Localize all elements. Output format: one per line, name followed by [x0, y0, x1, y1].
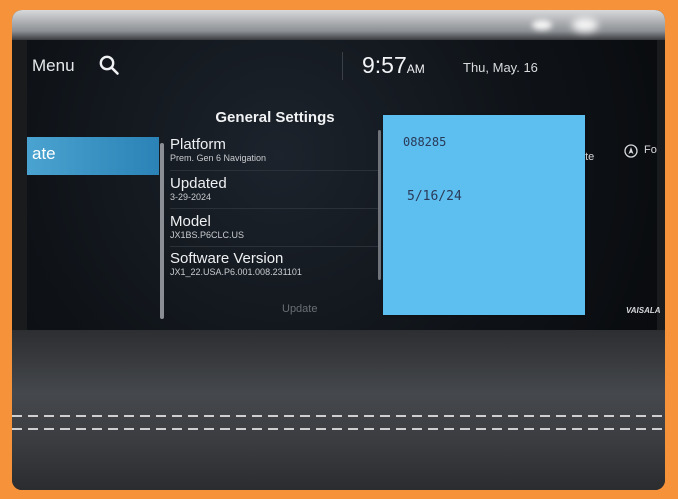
settings-item-model: Model JX1BS.P6CLC.US	[170, 214, 380, 241]
settings-item-label: Model	[170, 213, 211, 230]
right-panel-label: Fo	[644, 144, 657, 156]
settings-item-value: Prem. Gen 6 Navigation	[170, 153, 267, 163]
clock-ampm: AM	[406, 62, 425, 76]
stitching	[12, 415, 665, 417]
menu-button[interactable]: Menu	[32, 56, 75, 76]
header-divider	[342, 52, 343, 80]
sticky-note: 088285 5/16/24	[383, 115, 585, 315]
row-divider	[170, 246, 380, 247]
settings-item-value: 3-29-2024	[170, 192, 212, 202]
settings-item-value: JX1_22.USA.P6.001.008.231101	[170, 267, 302, 277]
clock-time: 9:57	[362, 52, 407, 78]
search-icon[interactable]	[98, 54, 120, 76]
row-divider	[170, 208, 380, 209]
note-line: 5/16/24	[407, 189, 462, 204]
settings-item-label: Software Version	[170, 250, 284, 267]
settings-item-label: Platform	[170, 136, 226, 153]
top-bezel	[12, 10, 665, 40]
scrollbar[interactable]	[160, 143, 164, 319]
dashboard-trim	[12, 330, 665, 490]
photo-frame: Menu 9:57AM Thu, May. 16 ate General Set…	[12, 10, 665, 490]
row-divider	[170, 170, 380, 171]
light-reflection	[532, 20, 552, 30]
note-line: 088285	[403, 135, 447, 149]
scrollbar[interactable]	[378, 130, 381, 280]
update-button[interactable]: Update	[282, 303, 317, 315]
settings-item-value: JX1BS.P6CLC.US	[170, 230, 245, 240]
sidebar-item-label: ate	[32, 144, 56, 163]
light-reflection	[572, 18, 598, 32]
brand-logo: VAISALA	[626, 306, 661, 315]
clock: 9:57AM	[362, 52, 425, 79]
page-title: General Settings	[215, 109, 335, 126]
stitching	[12, 428, 665, 430]
settings-item-label: Updated	[170, 175, 227, 192]
settings-item-updated: Updated 3-29-2024	[170, 176, 380, 203]
settings-item-software-version: Software Version JX1_22.USA.P6.001.008.2…	[170, 251, 380, 278]
date-display: Thu, May. 16	[463, 60, 538, 75]
compass-icon[interactable]	[624, 144, 638, 158]
settings-item-platform: Platform Prem. Gen 6 Navigation	[170, 137, 380, 164]
